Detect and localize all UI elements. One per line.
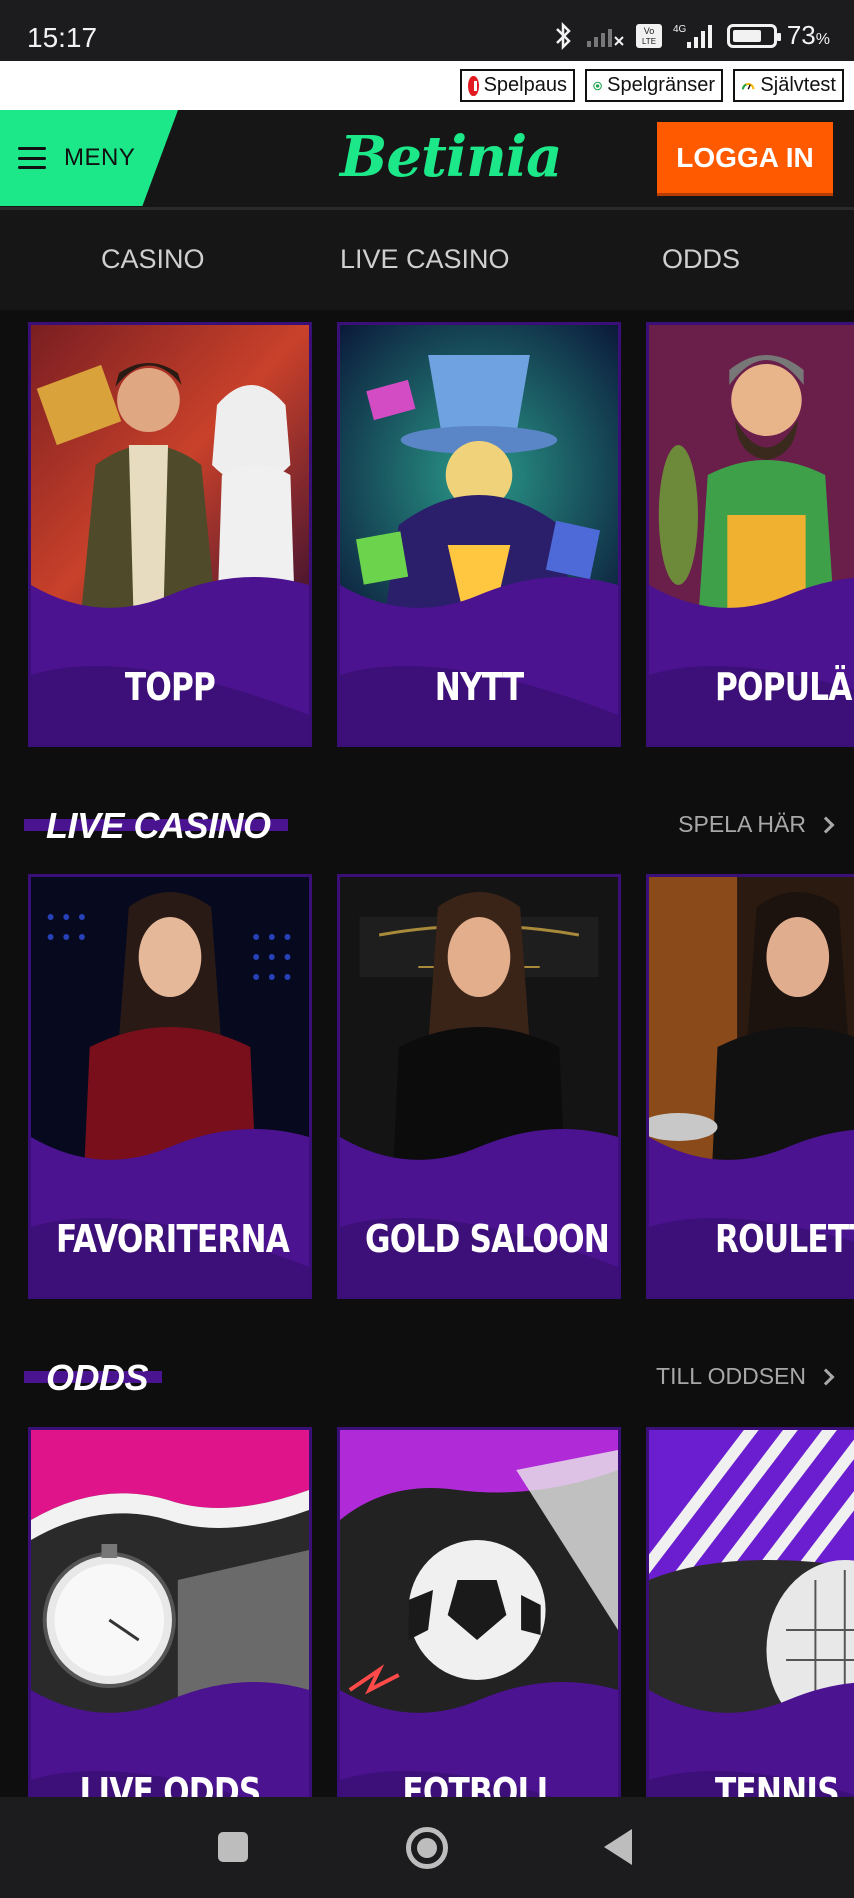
battery-percent-unit: % [815,31,830,48]
site-header: MENY Betinia LOGGA IN [0,110,854,210]
card-title: NYTT [434,665,524,709]
section-link-label: TILL ODDSEN [656,1363,806,1389]
section-link-label: SPELA HÄR [678,811,806,837]
odds-link[interactable]: TILL ODDSEN [656,1363,835,1390]
card-wave-decoration [649,577,854,744]
card-wave-decoration [31,577,309,744]
odds-card-fotboll[interactable]: FOTBOLL [337,1427,621,1852]
section-title: LIVE CASINO [46,805,271,846]
chevron-right-icon [817,816,835,833]
live-card-favoriterna[interactable]: FAVORITERNA [28,874,312,1299]
card-title: GOLD SALOON [365,1217,610,1261]
casino-card-row: TOPP NYTT POPULÄ [0,322,854,752]
spelgranser-label: Spelgränser [607,74,715,96]
card-title: ROULETTE [715,1217,854,1261]
sjalvtest-label: Självtest [760,74,836,96]
tab-live-casino[interactable]: LIVE CASINO [340,244,510,275]
app-screen: 15:17 Vo LTE 4G 73% Spelpaus Spelgränser… [0,0,854,1898]
battery-percent-value: 73 [786,20,816,50]
battery-percent: 73% [787,20,830,51]
responsible-gaming-bar: Spelpaus Spelgränser Självtest [0,61,854,110]
card-wave-decoration [31,1129,309,1296]
live-casino-section-header: LIVE CASINO SPELA HÄR [0,795,854,855]
casino-card-popularit[interactable]: POPULÄRT [646,322,854,747]
section-title: ODDS [46,1357,149,1398]
svg-text:LTE: LTE [642,37,656,46]
card-wave-decoration [340,577,618,744]
live-casino-link[interactable]: SPELA HÄR [678,811,835,838]
status-icons: Vo LTE 4G 73% [551,20,830,51]
odds-card-live-odds[interactable]: LIVE ODDS [28,1427,312,1852]
svg-text:Vo: Vo [644,26,655,36]
recents-square-icon[interactable] [218,1832,248,1862]
self-test-gauge-icon [741,82,755,90]
tab-odds[interactable]: ODDS [662,244,740,275]
pause-icon [468,75,482,96]
system-navigation-bar [0,1797,854,1898]
card-title: TOPP [124,665,216,709]
battery-icon [726,23,781,48]
live-card-gold-saloon[interactable]: GOLD SALOON [337,874,621,1299]
main-nav-tabs: CASINO LIVE CASINO ODDS [0,210,854,310]
signal-icon [586,28,624,47]
casino-card-nytt[interactable]: NYTT [337,322,621,747]
limits-icon [593,81,602,90]
live-casino-card-row: FAVORITERNA GOLD SALOON ROULET [0,874,854,1304]
card-wave-decoration [340,1129,618,1296]
sjalvtest-button[interactable]: Självtest [733,69,844,102]
battery-fill [732,29,761,42]
odds-card-row: LIVE ODDS FOTBOLL TENNIS [0,1427,854,1857]
odds-section-header: ODDS TILL ODDSEN [0,1347,854,1407]
spelpaus-button[interactable]: Spelpaus [460,69,575,102]
status-bar: 15:17 Vo LTE 4G 73% [0,0,854,61]
network-label: 4G [673,24,687,35]
menu-button[interactable]: MENY [0,110,178,206]
card-title: POPULÄRT [715,665,854,709]
site-logo[interactable]: Betinia [340,124,562,194]
chevron-right-icon [817,1368,835,1385]
signal-4g-icon: 4G [673,24,712,48]
spelgranser-button[interactable]: Spelgränser [585,69,723,102]
status-time: 15:17 [27,22,98,53]
hamburger-icon [18,147,46,169]
card-title: FAVORITERNA [56,1217,290,1261]
logo-text: Betinia [340,124,562,190]
volte-icon: Vo LTE [635,23,662,48]
spelpaus-label: Spelpaus [483,74,567,96]
menu-label: MENY [64,144,136,171]
back-triangle-icon[interactable] [604,1829,632,1865]
card-wave-decoration [649,1129,854,1296]
casino-card-topp[interactable]: TOPP [28,322,312,747]
login-button[interactable]: LOGGA IN [657,122,833,196]
home-circle-icon[interactable] [406,1827,448,1869]
tab-casino[interactable]: CASINO [101,244,205,275]
live-card-roulette[interactable]: ROULETTE [646,874,854,1299]
bluetooth-icon [555,21,571,50]
odds-card-tennis[interactable]: TENNIS [646,1427,854,1852]
